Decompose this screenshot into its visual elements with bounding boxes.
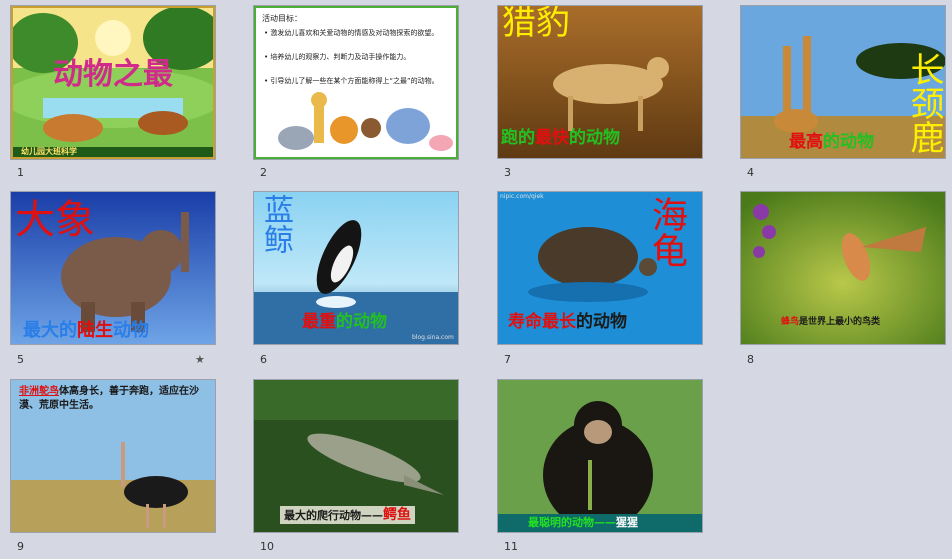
slide-7-title: 海龟	[646, 196, 687, 268]
slide-thumbnail-7[interactable]: nipic.com/qiek 海龟 寿命最长的动物	[498, 192, 702, 344]
slide-number: 2	[260, 166, 267, 179]
slide-5-caption: 最大的陆生动物	[23, 320, 149, 341]
slide-number: 6	[260, 353, 267, 366]
slide-thumbnail-8[interactable]: 蜂鸟是世界上最小的鸟类	[741, 192, 945, 344]
slide-thumbnail-4[interactable]: 长颈鹿 最高的动物	[741, 6, 945, 158]
slide-6-title: 蓝鲸	[258, 194, 293, 254]
slide-number: 11	[504, 540, 518, 553]
slide-4-title: 长颈鹿	[904, 52, 944, 154]
slide-9-caption: 非洲鸵鸟体高身长，善于奔跑，适应在沙漠、荒原中生活。	[19, 386, 199, 411]
slide-number: 5	[17, 353, 24, 366]
slide-3-title: 猎豹	[502, 6, 570, 43]
chimpanzee-photo	[498, 380, 702, 532]
slide-8-caption: 蜂鸟是世界上最小的鸟类	[781, 317, 881, 327]
watermark: blog.sina.com	[412, 334, 454, 341]
slide-number: 3	[504, 166, 511, 179]
slide-5-title: 大象	[15, 197, 95, 243]
cartoon-animals-illustration	[278, 92, 453, 151]
slide-1-title: 动物之最	[53, 57, 173, 92]
slide-number: 9	[17, 540, 24, 553]
slide-11-caption: 最聪明的动物——猩猩	[498, 514, 702, 532]
slide-7-caption: 寿命最长的动物	[508, 312, 627, 332]
animation-star-icon[interactable]: ★	[195, 353, 205, 366]
slide-6-caption: 最重的动物	[302, 312, 387, 332]
slide-thumbnail-6[interactable]: 蓝鲸 最重的动物 blog.sina.com	[254, 192, 458, 344]
slide-thumbnail-2[interactable]: 活动目标： • 激发幼儿喜欢和关爱动物的情感及对动物探索的欲望。 • 培养幼儿的…	[254, 6, 458, 159]
slide-10-caption: 最大的爬行动物——鳄鱼	[280, 506, 415, 524]
slide-thumbnail-1[interactable]: 动物之最 幼儿园大班科学	[11, 6, 215, 159]
slide-thumbnail-9[interactable]: 非洲鸵鸟体高身长，善于奔跑，适应在沙漠、荒原中生活。	[11, 380, 215, 532]
slide-number: 8	[747, 353, 754, 366]
slide-3-caption: 跑的最快的动物	[501, 128, 620, 148]
slide-thumbnail-3[interactable]: 猎豹 跑的最快的动物	[498, 6, 702, 158]
slide-number: 4	[747, 166, 754, 179]
slide-1-footer: 幼儿园大班科学	[21, 147, 77, 156]
slide-4-caption: 最高的动物	[789, 132, 874, 152]
slide-number: 7	[504, 353, 511, 366]
slide-thumbnail-5[interactable]: 大象 最大的陆生动物	[11, 192, 215, 344]
slide-thumbnail-10[interactable]: 最大的爬行动物——鳄鱼	[254, 380, 458, 532]
watermark: nipic.com/qiek	[500, 193, 544, 200]
slide-number: 10	[260, 540, 274, 553]
slide-thumbnail-11[interactable]: 最聪明的动物——猩猩	[498, 380, 702, 532]
slide-number: 1	[17, 166, 24, 179]
